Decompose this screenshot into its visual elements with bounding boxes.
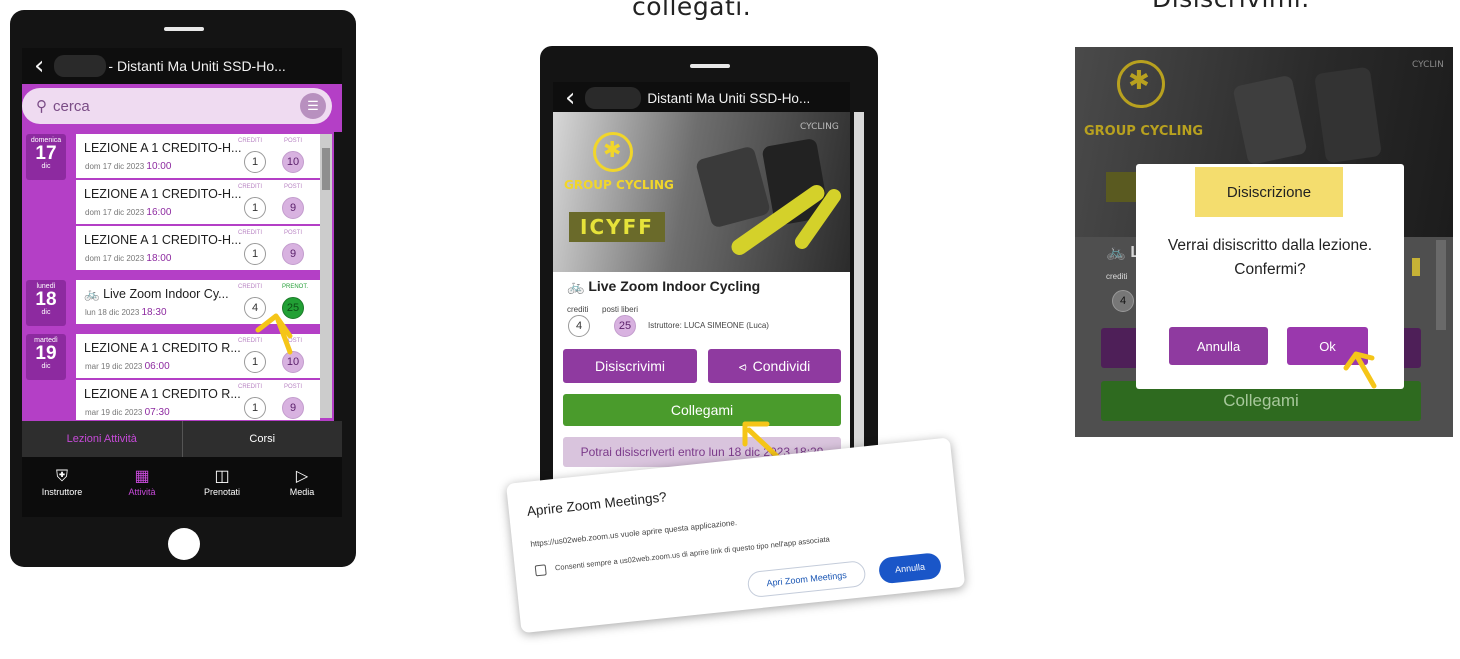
nav-prenotati[interactable]: ◫ Prenotati [182, 457, 262, 517]
tab-bar: Lezioni Attività Corsi [22, 421, 342, 457]
yellow-marker [1412, 258, 1420, 276]
slots-badge: 9 [282, 397, 304, 419]
credits-badge: 4 [568, 315, 590, 337]
credits-badge: 1 [244, 197, 266, 219]
cancel-button[interactable]: Annulla [1169, 327, 1268, 365]
dialog-title: Aprire Zoom Meetings? [526, 489, 668, 519]
share-icon: ⪦ [738, 357, 747, 374]
detail-scrollbar[interactable] [1436, 240, 1446, 330]
list-item[interactable]: LEZIONE A 1 CREDITO R... mar 19 dic 2023… [76, 380, 320, 420]
slots-badge: 25 [614, 315, 636, 337]
search-field[interactable]: ⚲ cerca ☰ [22, 88, 332, 124]
yellow-arrow-icon [1343, 351, 1377, 389]
bike-icon: 🚲 [1106, 244, 1126, 261]
banner-corner-text: CYCLING [800, 122, 839, 132]
app-header: ‹ Distanti Ma Uniti SSD-Ho... [553, 82, 850, 114]
calendar-icon: ▦ [134, 468, 150, 485]
list-item[interactable]: LEZIONE A 1 CREDITO-H... dom 17 dic 2023… [76, 180, 320, 224]
cancel-button[interactable]: Annulla [877, 552, 943, 585]
connect-button[interactable]: Collegami [563, 394, 841, 426]
bookmark-icon: ◫ [214, 468, 230, 485]
back-arrow-icon[interactable]: ‹ [34, 53, 44, 79]
cyclist-figure [694, 145, 772, 229]
nav-attivita[interactable]: ▦ Attività [102, 457, 182, 517]
slots-badge: 9 [282, 243, 304, 265]
credits-badge: 1 [244, 397, 266, 419]
banner-corner-text: CYCLIN [1412, 60, 1444, 70]
slots-badge: 9 [282, 197, 304, 219]
lesson-title: 🚲 Live Zoom Indoor Cycling [567, 278, 761, 294]
credits-badge: 4 [1112, 290, 1134, 312]
video-icon: ▷ [295, 468, 309, 485]
credits-badge: 1 [244, 151, 266, 173]
banner-logo-text: GROUP CYCLING [564, 178, 674, 192]
share-button[interactable]: ⪦ Condividi [708, 349, 841, 383]
search-icon: ⚲ [36, 98, 47, 115]
list-scroll-thumb[interactable] [322, 148, 330, 190]
dialog-message: Verrai disiscritto dalla lezione. Confer… [1167, 237, 1373, 278]
tab-lezioni-attivita[interactable]: Lezioni Attività [22, 421, 182, 457]
phone-notch [164, 27, 204, 31]
day-badge-18: lunedì 18 dic [26, 280, 66, 326]
credits-label: crediti [1106, 272, 1128, 281]
group-cycling-banner [553, 112, 850, 272]
app-header: ‹ - Distanti Ma Uniti SSD-Ho... [22, 48, 342, 84]
bike-icon: 🚲 [84, 287, 100, 301]
bike-icon: 🚲 [567, 278, 585, 294]
nav-instruttore[interactable]: ⛨ Instruttore [22, 457, 102, 517]
logo-star-icon: ✱ [603, 138, 622, 163]
slots-badge: 10 [282, 151, 304, 173]
day-badge-19: martedì 19 dic [26, 334, 66, 380]
home-button[interactable] [168, 528, 200, 560]
shield-icon: ⛨ [55, 468, 68, 485]
icyff-logo: ICYFF [569, 212, 665, 242]
list-item[interactable]: LEZIONE A 1 CREDITO-H... dom 17 dic 2023… [76, 134, 320, 178]
yellow-arrow-icon [255, 313, 293, 355]
back-arrow-icon[interactable]: ‹ [565, 85, 575, 111]
blurred-name [54, 55, 107, 77]
bottom-nav: ⛨ Instruttore ▦ Attività ◫ Prenotati ▷ Media [22, 457, 342, 517]
list-item[interactable]: LEZIONE A 1 CREDITO-H... dom 17 dic 2023… [76, 226, 320, 270]
slots-label: posti liberi [602, 305, 639, 314]
open-zoom-button[interactable]: Apri Zoom Meetings [746, 560, 867, 599]
caption-right: Disiscrivimi. [1152, 0, 1310, 13]
instructor-text: Istruttore: LUCA SIMEONE (Luca) [648, 321, 769, 330]
filter-icon[interactable]: ☰ [300, 93, 326, 119]
credits-label: crediti [567, 305, 589, 314]
dialog-title: Disiscrizione [1195, 167, 1343, 217]
always-allow-checkbox[interactable] [534, 564, 547, 577]
logo-star-icon: ✱ [1128, 66, 1150, 96]
caption-middle: collegati. [632, 0, 752, 21]
header-title: Distanti Ma Uniti SSD-Ho... [647, 90, 811, 106]
tab-corsi[interactable]: Corsi [181, 421, 343, 457]
blurred-name [585, 87, 642, 109]
nav-media[interactable]: ▷ Media [262, 457, 342, 517]
unsubscribe-button[interactable]: Disiscrivimi [563, 349, 697, 383]
credits-badge: 1 [244, 243, 266, 265]
search-input[interactable]: cerca [53, 98, 90, 115]
dialog-message: https://us02web.zoom.us vuole aprire que… [529, 518, 738, 549]
phone-notch [690, 64, 730, 68]
day-badge-17: domenica 17 dic [26, 134, 66, 180]
header-title: - Distanti Ma Uniti SSD-Ho... [108, 58, 286, 74]
banner-logo-text: GROUP CYCLING [1084, 124, 1204, 139]
